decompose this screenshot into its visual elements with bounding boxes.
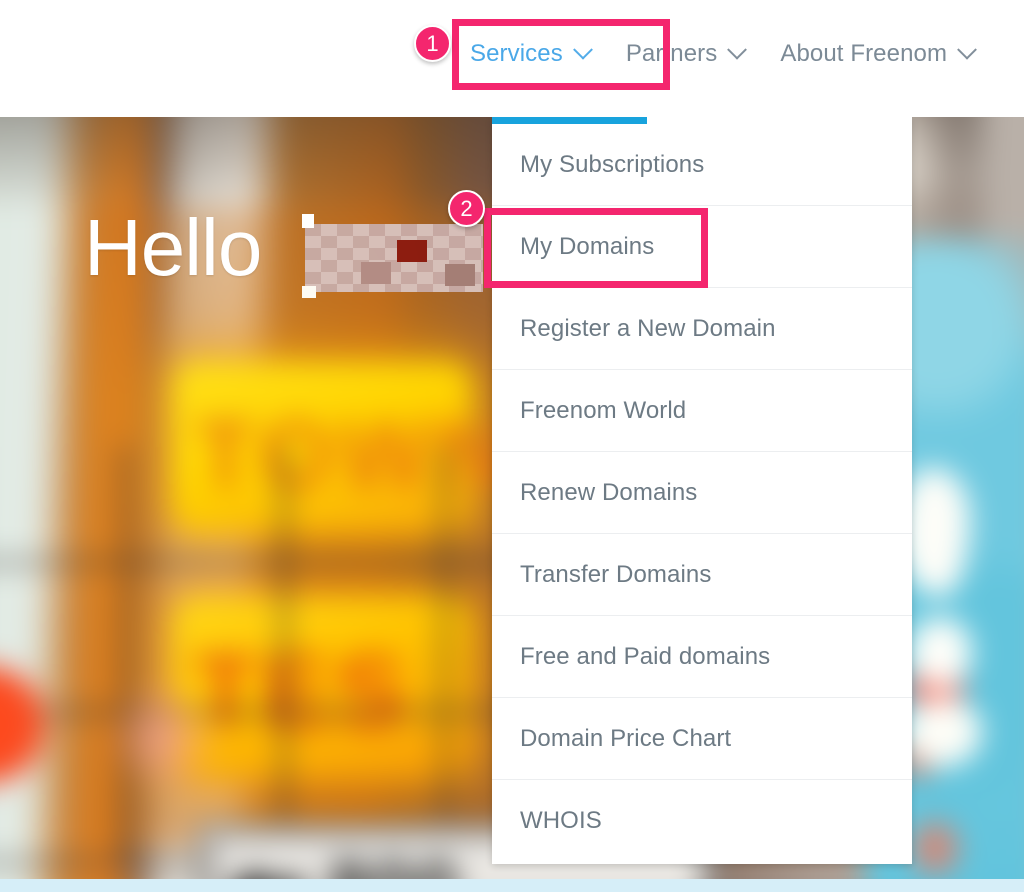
dropdown-accent-bar — [492, 117, 647, 124]
photo-window-grid — [0, 447, 520, 867]
menu-item-whois[interactable]: WHOIS — [492, 780, 912, 862]
menu-item-free-and-paid-domains[interactable]: Free and Paid domains — [492, 616, 912, 698]
photo-plate-number: 800 — [328, 845, 461, 879]
chevron-down-icon — [727, 39, 748, 60]
nav-item-partners-label: Partners — [625, 40, 718, 67]
photo-left-arrow-icon — [224, 867, 260, 879]
menu-item-freenom-world[interactable]: Freenom World — [492, 370, 912, 452]
menu-item-my-domains[interactable]: My Domains — [492, 206, 912, 288]
hero-greeting: Hello — [84, 203, 262, 292]
nav-item-list: Services Partners About Freenom — [452, 30, 992, 78]
redaction-pixel-light — [445, 264, 475, 286]
redaction-pixel-mid — [361, 262, 391, 284]
top-navigation-bar: Services Partners About Freenom — [0, 0, 1024, 117]
nav-item-partners[interactable]: Partners — [608, 30, 763, 78]
redacted-name-nub-bottom — [302, 286, 316, 298]
nav-item-about-freenom[interactable]: About Freenom — [762, 30, 992, 78]
menu-item-register-a-new-domain[interactable]: Register a New Domain — [492, 288, 912, 370]
chevron-down-icon — [572, 39, 593, 60]
page-root: TOWN TES 800 Hello — [0, 0, 1024, 892]
photo-pink-blob — [110, 677, 220, 797]
menu-item-renew-domains[interactable]: Renew Domains — [492, 452, 912, 534]
menu-item-my-subscriptions[interactable]: My Subscriptions — [492, 124, 912, 206]
services-dropdown-panel: My Subscriptions My Domains Register a N… — [492, 117, 912, 864]
redacted-user-name — [305, 224, 483, 292]
redaction-pixel-dark — [397, 240, 427, 262]
dropdown-menu-list: My Subscriptions My Domains Register a N… — [492, 124, 912, 862]
nav-item-services[interactable]: Services — [452, 30, 608, 78]
redacted-name-nub-top — [302, 214, 314, 228]
photo-white-shape-2 — [908, 617, 972, 689]
nav-item-about-freenom-label: About Freenom — [780, 40, 948, 67]
photo-red-shape-3 — [912, 822, 958, 874]
page-bottom-strip — [0, 879, 1024, 892]
menu-item-domain-price-chart[interactable]: Domain Price Chart — [492, 698, 912, 780]
photo-white-shape-3 — [902, 697, 982, 767]
menu-item-transfer-domains[interactable]: Transfer Domains — [492, 534, 912, 616]
nav-item-services-label: Services — [470, 40, 563, 67]
chevron-down-icon — [957, 39, 977, 60]
